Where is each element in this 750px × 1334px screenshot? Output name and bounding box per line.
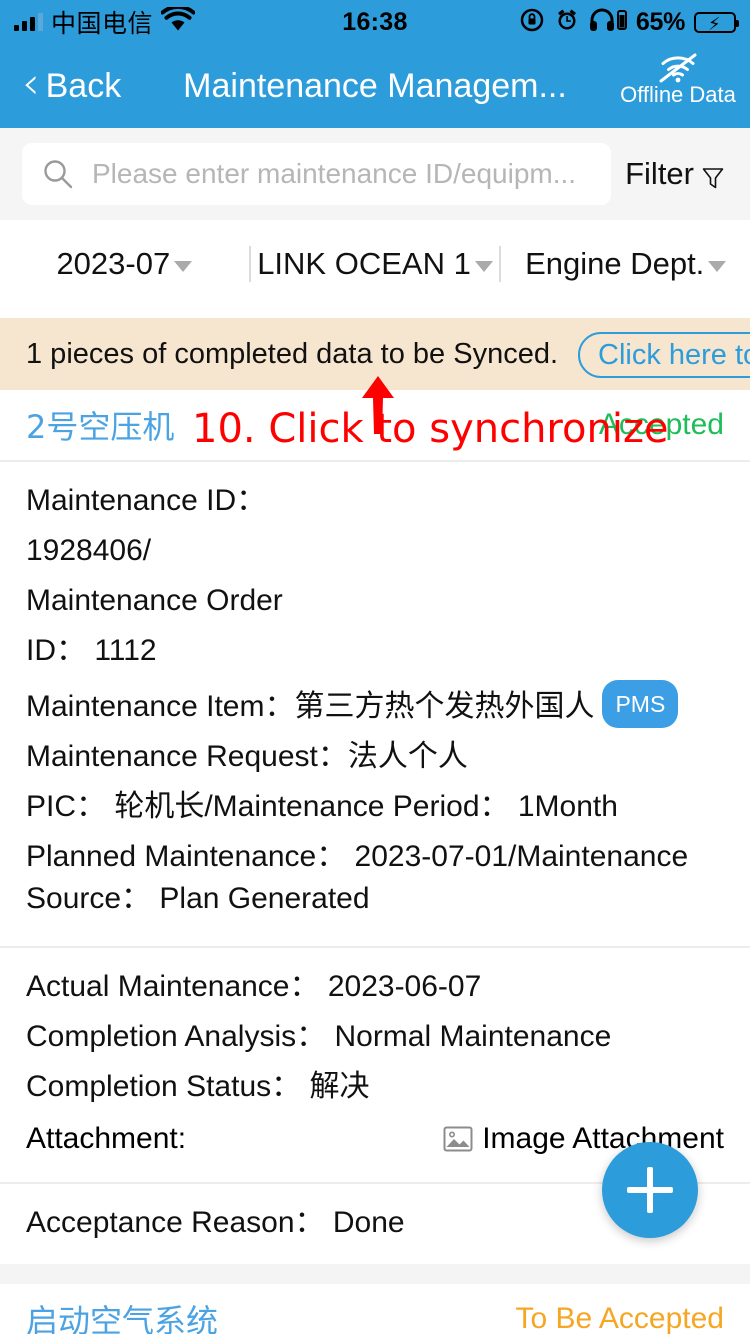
filter-period-dropdown[interactable]: 2023-07: [0, 246, 249, 282]
add-button[interactable]: [602, 1142, 698, 1238]
card-header: 启动空气系统 To Be Accepted: [0, 1284, 750, 1334]
completion-status-row: Completion Status： 解决: [26, 1070, 370, 1103]
maintenance-item-label: Maintenance Item：: [26, 690, 295, 723]
card-title: 启动空气系统: [26, 1302, 219, 1334]
chevron-down-icon: [174, 260, 193, 272]
wifi-off-icon: [655, 50, 701, 84]
attachment-value: Image Attachment: [482, 1122, 724, 1155]
chevron-down-icon: [708, 260, 727, 272]
maintenance-id-label: Maintenance ID：: [26, 484, 267, 517]
filter-department-dropdown[interactable]: Engine Dept.: [501, 246, 750, 282]
offline-data-button[interactable]: Offline Data: [614, 50, 742, 108]
annotation-label: 10. Click to synchronize: [192, 406, 669, 452]
status-bar: 中国电信 16:38 65% ⚡: [0, 0, 750, 44]
filter-button-label: Filter: [625, 156, 694, 191]
chevron-down-icon: [474, 260, 493, 272]
maintenance-order-value: ID： 1112: [26, 634, 157, 667]
sync-now-button-label: Click here to: [598, 338, 750, 371]
actual-maintenance-row: Actual Maintenance： 2023-06-07: [26, 970, 482, 1003]
filter-vessel-label: LINK OCEAN 1: [257, 246, 471, 281]
image-icon: [443, 1125, 473, 1153]
rotation-lock-icon: [519, 7, 545, 38]
filter-department-label: Engine Dept.: [525, 246, 705, 281]
maintenance-source-row: Source： Plan Generated: [26, 882, 370, 915]
search-box[interactable]: [22, 143, 612, 205]
maintenance-id-value: 1928406/: [26, 534, 152, 567]
card-title: 2号空压机: [26, 408, 175, 446]
app-screen: 中国电信 16:38 65% ⚡ ‹ Back Maintenance Mana…: [0, 0, 750, 1334]
filter-vessel-dropdown[interactable]: LINK OCEAN 1: [251, 246, 500, 282]
plus-icon: [627, 1167, 673, 1213]
maintenance-request-row: Maintenance Request：法人个人: [26, 732, 724, 782]
maintenance-item-value: 第三方热个发热外国人: [294, 690, 595, 723]
headphones-battery-icon: [589, 7, 627, 38]
filter-row: 2023-07 LINK OCEAN 1 Engine Dept.: [0, 220, 750, 308]
offline-data-label: Offline Data: [620, 82, 736, 107]
planned-maintenance-row: Planned Maintenance： 2023-07-01/Maintena…: [26, 840, 689, 873]
alarm-clock-icon: [554, 7, 580, 38]
attachment-link[interactable]: Image Attachment: [443, 1122, 724, 1156]
list-item[interactable]: 2号空压机 Accepted Maintenance ID： 1928406/ …: [0, 390, 750, 1264]
sync-now-button[interactable]: Click here to: [578, 332, 750, 378]
completion-analysis-row: Completion Analysis： Normal Maintenance: [26, 1020, 612, 1053]
maintenance-request-value: 法人个人: [347, 740, 468, 773]
filter-period-label: 2023-07: [56, 246, 171, 281]
search-input[interactable]: [92, 158, 592, 190]
battery-charging-icon: ⚡: [694, 11, 739, 34]
maintenance-request-label: Maintenance Request：: [26, 740, 348, 773]
search-bar: Filter: [0, 128, 750, 220]
list-separator: [0, 1264, 750, 1284]
card-body: Maintenance ID： 1928406/ Maintenance Ord…: [0, 462, 750, 940]
status-bar-right: 65% ⚡: [519, 7, 739, 38]
nav-bar: ‹ Back Maintenance Managem... Offline Da…: [0, 44, 750, 128]
funnel-icon: [702, 162, 724, 189]
battery-percent-label: 65%: [635, 7, 685, 36]
list-item[interactable]: 启动空气系统 To Be Accepted Maintenance ID： 20…: [0, 1284, 750, 1334]
pic-period-row: PIC： 轮机长/Maintenance Period： 1Month: [26, 790, 618, 823]
pms-badge: PMS: [602, 680, 679, 728]
status-badge: To Be Accepted: [515, 1302, 724, 1334]
sync-banner-message: 1 pieces of completed data to be Synced.: [26, 337, 559, 370]
search-icon: [42, 158, 74, 190]
maintenance-order-label: Maintenance Order: [26, 584, 283, 617]
attachment-label: Attachment:: [26, 1122, 187, 1155]
maintenance-item-row: Maintenance Item：第三方热个发热外国人 PMS: [26, 676, 724, 732]
card-completion-section: Actual Maintenance： 2023-06-07 Completio…: [0, 948, 750, 1176]
filter-button[interactable]: Filter: [625, 156, 728, 192]
